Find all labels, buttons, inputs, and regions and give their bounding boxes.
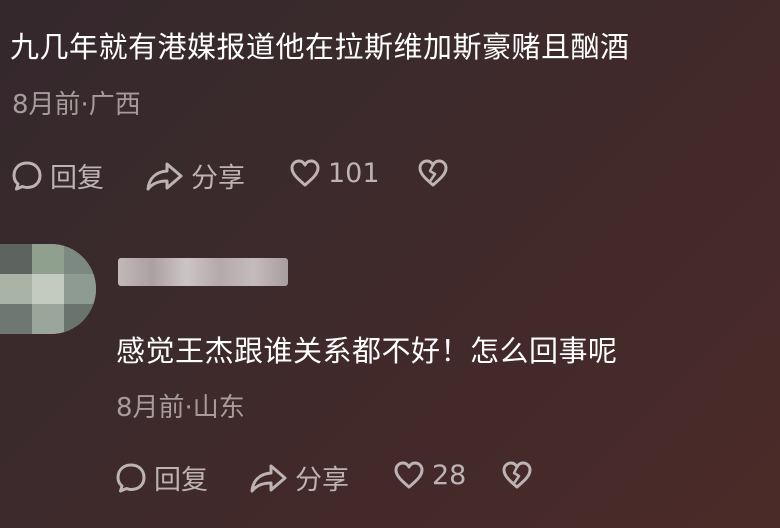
share-button[interactable]: 分享 [145,156,245,195]
username[interactable] [118,258,288,286]
dislike-button[interactable] [416,156,456,190]
comment-text: 感觉王杰跟谁关系都不好！怎么回事呢 [116,334,618,368]
heart-icon [392,458,426,492]
share-arrow-icon [145,159,185,193]
share-label: 分享 [295,465,349,496]
reply-button[interactable]: 回复 [114,458,208,497]
speech-bubble-icon [114,461,148,495]
broken-heart-icon [500,458,534,492]
reply-label: 回复 [50,163,104,194]
avatar[interactable] [0,244,96,334]
dislike-button[interactable] [500,458,540,492]
like-count: 101 [328,157,380,189]
comment-time-location: 8月前·广西 [12,90,141,120]
share-arrow-icon [249,461,289,495]
comment-text: 九几年就有港媒报道他在拉斯维加斯豪赌且酗酒 [10,30,630,64]
share-button[interactable]: 分享 [249,458,349,497]
broken-heart-icon [416,156,450,190]
like-count: 28 [432,459,467,491]
reply-label: 回复 [154,465,208,496]
heart-icon [288,156,322,190]
like-button[interactable]: 101 [288,156,380,190]
speech-bubble-icon [10,159,44,193]
share-label: 分享 [191,163,245,194]
comment-time-location: 8月前·山东 [116,393,245,423]
like-button[interactable]: 28 [392,458,466,492]
reply-button[interactable]: 回复 [10,156,104,195]
